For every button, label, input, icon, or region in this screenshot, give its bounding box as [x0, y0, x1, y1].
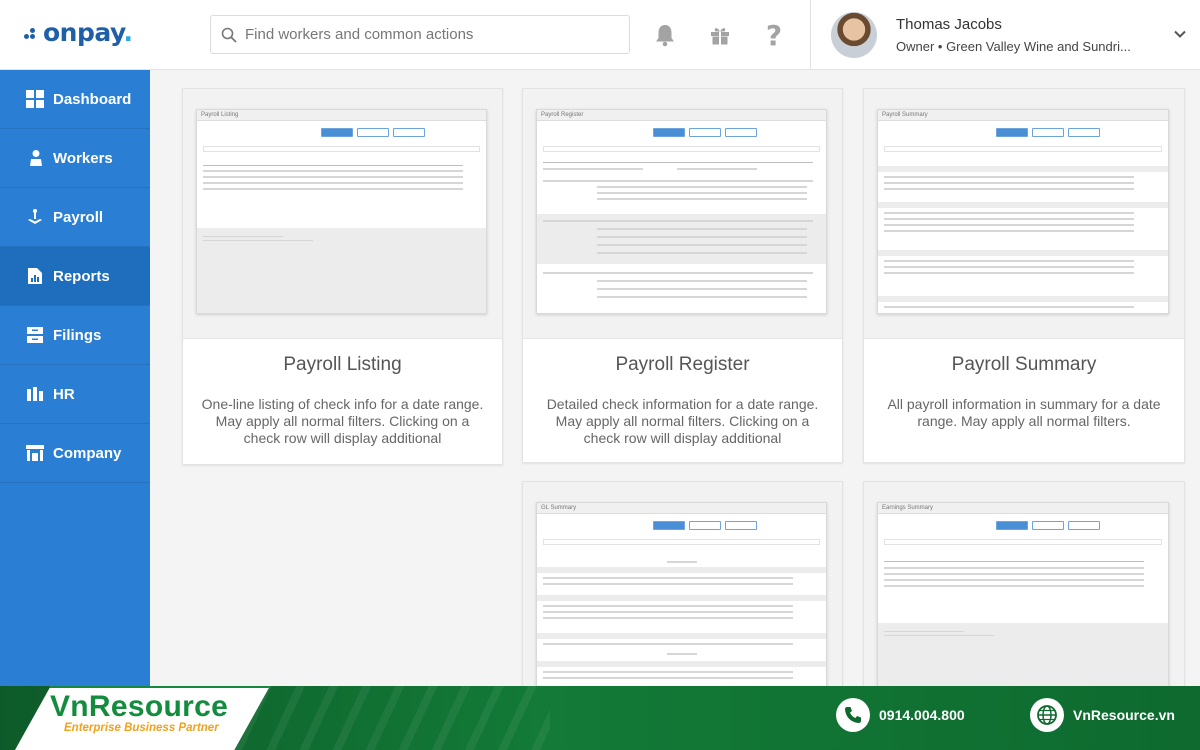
logo-text: onpay.	[43, 18, 133, 47]
sidebar-item-label: Payroll	[53, 208, 104, 226]
sidebar-item-label: Dashboard	[53, 90, 132, 108]
phone-contact[interactable]: 0914.004.800	[836, 698, 965, 732]
help-icon[interactable]: ?	[761, 19, 787, 52]
filings-icon	[25, 325, 45, 345]
user-menu[interactable]: Thomas Jacobs Owner • Green Valley Wine …	[810, 0, 1200, 70]
report-description: Detailed check information for a date ra…	[546, 396, 819, 446]
globe-icon	[1030, 698, 1064, 732]
phone-number: 0914.004.800	[879, 707, 965, 723]
reports-icon	[25, 266, 45, 286]
report-card-payroll-listing[interactable]: Payroll Listing Payroll Listing One-line…	[182, 88, 503, 465]
sidebar-item-company[interactable]: Company	[0, 424, 150, 483]
sidebar-item-label: Filings	[53, 326, 102, 344]
sidebar-item-hr[interactable]: HR	[0, 365, 150, 424]
workers-icon	[25, 148, 45, 168]
sidebar-item-label: Workers	[53, 149, 113, 167]
sidebar-item-workers[interactable]: Workers	[0, 129, 150, 188]
sidebar: Dashboard Workers Payroll Reports Filing…	[0, 70, 150, 750]
report-title[interactable]: Payroll Summary	[864, 354, 1184, 376]
top-header: onpay. ? Thomas Jacobs Owner • Green Val…	[0, 0, 1200, 70]
payroll-icon	[25, 207, 45, 227]
sidebar-item-label: Reports	[53, 267, 110, 285]
report-description: One-line listing of check info for a dat…	[201, 396, 484, 446]
onpay-logo[interactable]: onpay.	[24, 18, 133, 47]
hr-icon	[25, 384, 45, 404]
chevron-down-icon[interactable]	[1173, 27, 1187, 41]
vnresource-brand: VnResource	[50, 690, 229, 723]
vnresource-tagline: Enterprise Business Partner	[64, 722, 219, 734]
phone-icon	[836, 698, 870, 732]
report-card-payroll-register[interactable]: Payroll Register Payroll Register Detail…	[522, 88, 843, 463]
search-input[interactable]	[245, 26, 615, 43]
report-preview: Payroll Register	[523, 89, 842, 339]
user-role: Owner • Green Valley Wine and Sundri...	[896, 39, 1131, 54]
sidebar-item-filings[interactable]: Filings	[0, 306, 150, 365]
sidebar-item-dashboard[interactable]: Dashboard	[0, 70, 150, 129]
logo-dots-icon	[24, 25, 40, 41]
notifications-bell-icon[interactable]	[652, 22, 678, 48]
report-title[interactable]: Payroll Listing	[183, 354, 502, 376]
sidebar-item-payroll[interactable]: Payroll	[0, 188, 150, 247]
report-preview: Payroll Listing	[183, 89, 502, 339]
report-title[interactable]: Payroll Register	[523, 354, 842, 376]
sidebar-item-label: HR	[53, 385, 75, 403]
search-icon	[221, 27, 237, 42]
user-name: Thomas Jacobs	[896, 16, 1002, 33]
report-card-payroll-summary[interactable]: Payroll Summary Payroll Summary All payr…	[863, 88, 1185, 463]
report-preview: Payroll Summary	[864, 89, 1184, 339]
company-icon	[25, 443, 45, 463]
avatar[interactable]	[831, 12, 877, 58]
website-contact[interactable]: VnResource.vn	[1030, 698, 1175, 732]
website-url: VnResource.vn	[1073, 707, 1175, 723]
sidebar-item-label: Company	[53, 444, 122, 462]
gift-icon[interactable]	[707, 22, 733, 48]
search-box[interactable]	[210, 15, 630, 54]
report-description: All payroll information in summary for a…	[887, 396, 1161, 429]
sidebar-item-reports[interactable]: Reports	[0, 247, 150, 306]
dashboard-icon	[25, 89, 45, 109]
